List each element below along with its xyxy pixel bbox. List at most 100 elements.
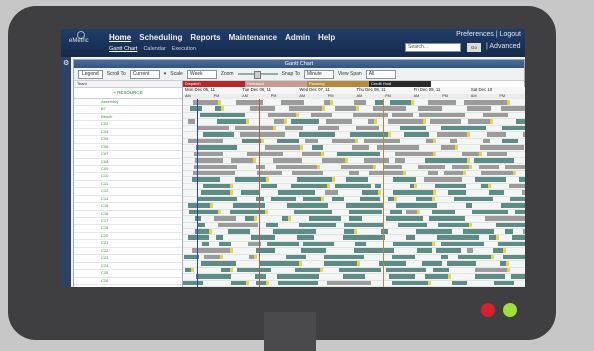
gantt-task-bar[interactable] xyxy=(479,145,525,150)
gantt-task-bar[interactable] xyxy=(297,235,315,240)
preferences-logout[interactable]: Preferences | Logout xyxy=(456,31,521,38)
gantt-task-bar[interactable] xyxy=(428,100,457,105)
resource-item[interactable]: Bench xyxy=(74,114,182,122)
gantt-task-bar[interactable] xyxy=(353,248,394,253)
gantt-task-bar[interactable] xyxy=(311,112,332,118)
gantt-task-bar[interactable] xyxy=(418,164,446,169)
gantt-task-bar[interactable] xyxy=(216,119,250,124)
gantt-task-bar[interactable] xyxy=(233,203,266,208)
gantt-task-bar[interactable] xyxy=(509,196,525,202)
nav-reports[interactable]: Reports xyxy=(190,33,220,42)
nav-scheduling[interactable]: Scheduling xyxy=(139,33,182,42)
gantt-task-bar[interactable] xyxy=(230,209,269,215)
gantt-task-bar[interactable] xyxy=(188,209,222,215)
resource-item[interactable]: C17 xyxy=(74,218,182,226)
gantt-task-bar[interactable] xyxy=(386,216,424,221)
gantt-task-bar[interactable] xyxy=(464,100,510,105)
gantt-task-bar[interactable] xyxy=(389,274,416,279)
gantt-task-bar[interactable] xyxy=(342,235,386,240)
gantt-task-bar[interactable] xyxy=(290,183,331,189)
gantt-task-bar[interactable] xyxy=(436,132,471,137)
gantt-task-bar[interactable] xyxy=(196,274,232,279)
gantt-task-bar[interactable] xyxy=(363,138,400,144)
gantt-task-bar[interactable] xyxy=(216,235,224,240)
gantt-task-bar[interactable] xyxy=(247,151,284,157)
gantt-task-bar[interactable] xyxy=(519,177,525,182)
gantt-task-bar[interactable] xyxy=(433,267,450,273)
gantt-task-bar[interactable] xyxy=(466,248,473,253)
gantt-task-bar[interactable] xyxy=(440,254,448,260)
gantt-task-bar[interactable] xyxy=(522,229,525,234)
gantt-task-bar[interactable] xyxy=(276,164,321,169)
resource-item[interactable]: C23 xyxy=(74,255,182,263)
gantt-task-bar[interactable] xyxy=(374,183,382,189)
gantt-task-bar[interactable] xyxy=(475,274,506,279)
resource-item[interactable]: C02 xyxy=(74,121,182,129)
gantt-task-bar[interactable] xyxy=(447,190,467,195)
gantt-task-bar[interactable] xyxy=(453,196,494,202)
scroll-to-select[interactable]: Current xyxy=(129,69,160,79)
gantt-task-bar[interactable] xyxy=(189,106,202,111)
resource-item[interactable]: C21 xyxy=(74,240,182,248)
gantt-task-bar[interactable] xyxy=(360,196,380,202)
gantt-task-bar[interactable] xyxy=(299,222,337,228)
gantt-task-bar[interactable] xyxy=(194,151,223,157)
gantt-task-bar[interactable] xyxy=(398,222,427,228)
gantt-task-bar[interactable] xyxy=(466,106,491,111)
gantt-task-bar[interactable] xyxy=(479,164,499,169)
gantt-task-bar[interactable] xyxy=(256,196,264,202)
scale-select[interactable]: Week xyxy=(186,69,217,79)
gantt-task-bar[interactable] xyxy=(270,196,296,202)
gantt-task-bar[interactable] xyxy=(324,190,338,195)
gantt-task-bar[interactable] xyxy=(285,254,307,260)
gantt-task-bar[interactable] xyxy=(480,170,516,176)
gantt-task-bar[interactable] xyxy=(343,222,384,228)
gantt-task-bar[interactable] xyxy=(261,183,277,189)
gantt-task-bar[interactable] xyxy=(354,241,366,247)
gantt-task-bar[interactable] xyxy=(293,209,332,215)
gantt-task-bar[interactable] xyxy=(198,222,206,228)
gear-icon[interactable]: ⚙ xyxy=(63,59,69,67)
view-span-select[interactable]: All xyxy=(365,69,396,79)
gantt-task-bar[interactable] xyxy=(395,151,436,157)
gantt-task-bar[interactable] xyxy=(326,119,353,124)
gantt-task-bar[interactable] xyxy=(487,132,506,137)
gantt-task-bar[interactable] xyxy=(278,190,315,195)
gantt-task-bar[interactable] xyxy=(502,125,525,131)
gantt-task-bar[interactable] xyxy=(474,177,506,182)
gantt-task-bar[interactable] xyxy=(511,235,525,240)
gantt-task-bar[interactable] xyxy=(415,229,453,234)
gantt-task-bar[interactable] xyxy=(428,170,439,176)
gantt-task-bar[interactable] xyxy=(272,229,316,234)
gantt-task-bar[interactable] xyxy=(500,106,525,111)
gantt-task-bar[interactable] xyxy=(342,274,365,279)
gantt-task-bar[interactable] xyxy=(502,254,525,260)
gantt-task-bar[interactable] xyxy=(382,164,402,169)
resource-item[interactable]: C24 xyxy=(74,263,182,271)
gantt-task-bar[interactable] xyxy=(254,274,267,279)
gantt-task-bar[interactable] xyxy=(509,183,525,189)
gantt-task-bar[interactable] xyxy=(265,222,278,228)
gantt-task-bar[interactable] xyxy=(291,119,319,124)
gantt-task-bar[interactable] xyxy=(324,261,361,266)
gantt-task-bar[interactable] xyxy=(494,280,514,286)
gantt-task-bar[interactable] xyxy=(281,100,304,105)
gantt-task-bar[interactable] xyxy=(354,100,367,105)
gantt-task-bar[interactable] xyxy=(436,248,461,253)
resource-item[interactable]: C07 xyxy=(74,151,182,159)
resource-item[interactable]: Assembly xyxy=(74,99,182,107)
gantt-task-bar[interactable] xyxy=(393,177,416,182)
gantt-task-bar[interactable] xyxy=(374,100,383,105)
gantt-task-bar[interactable] xyxy=(349,209,383,215)
gantt-task-bar[interactable] xyxy=(416,248,432,253)
gantt-task-bar[interactable] xyxy=(438,222,473,228)
gantt-task-bar[interactable] xyxy=(399,125,426,131)
gantt-task-bar[interactable] xyxy=(390,209,402,215)
gantt-task-bar[interactable] xyxy=(298,132,335,137)
add-resource-button[interactable]: + RESOURCE xyxy=(74,88,182,99)
gantt-task-bar[interactable] xyxy=(200,261,237,266)
gantt-task-bar[interactable] xyxy=(392,112,413,118)
gantt-task-bar[interactable] xyxy=(349,216,363,221)
gantt-task-bar[interactable] xyxy=(331,196,344,202)
gantt-task-bar[interactable] xyxy=(301,248,327,253)
